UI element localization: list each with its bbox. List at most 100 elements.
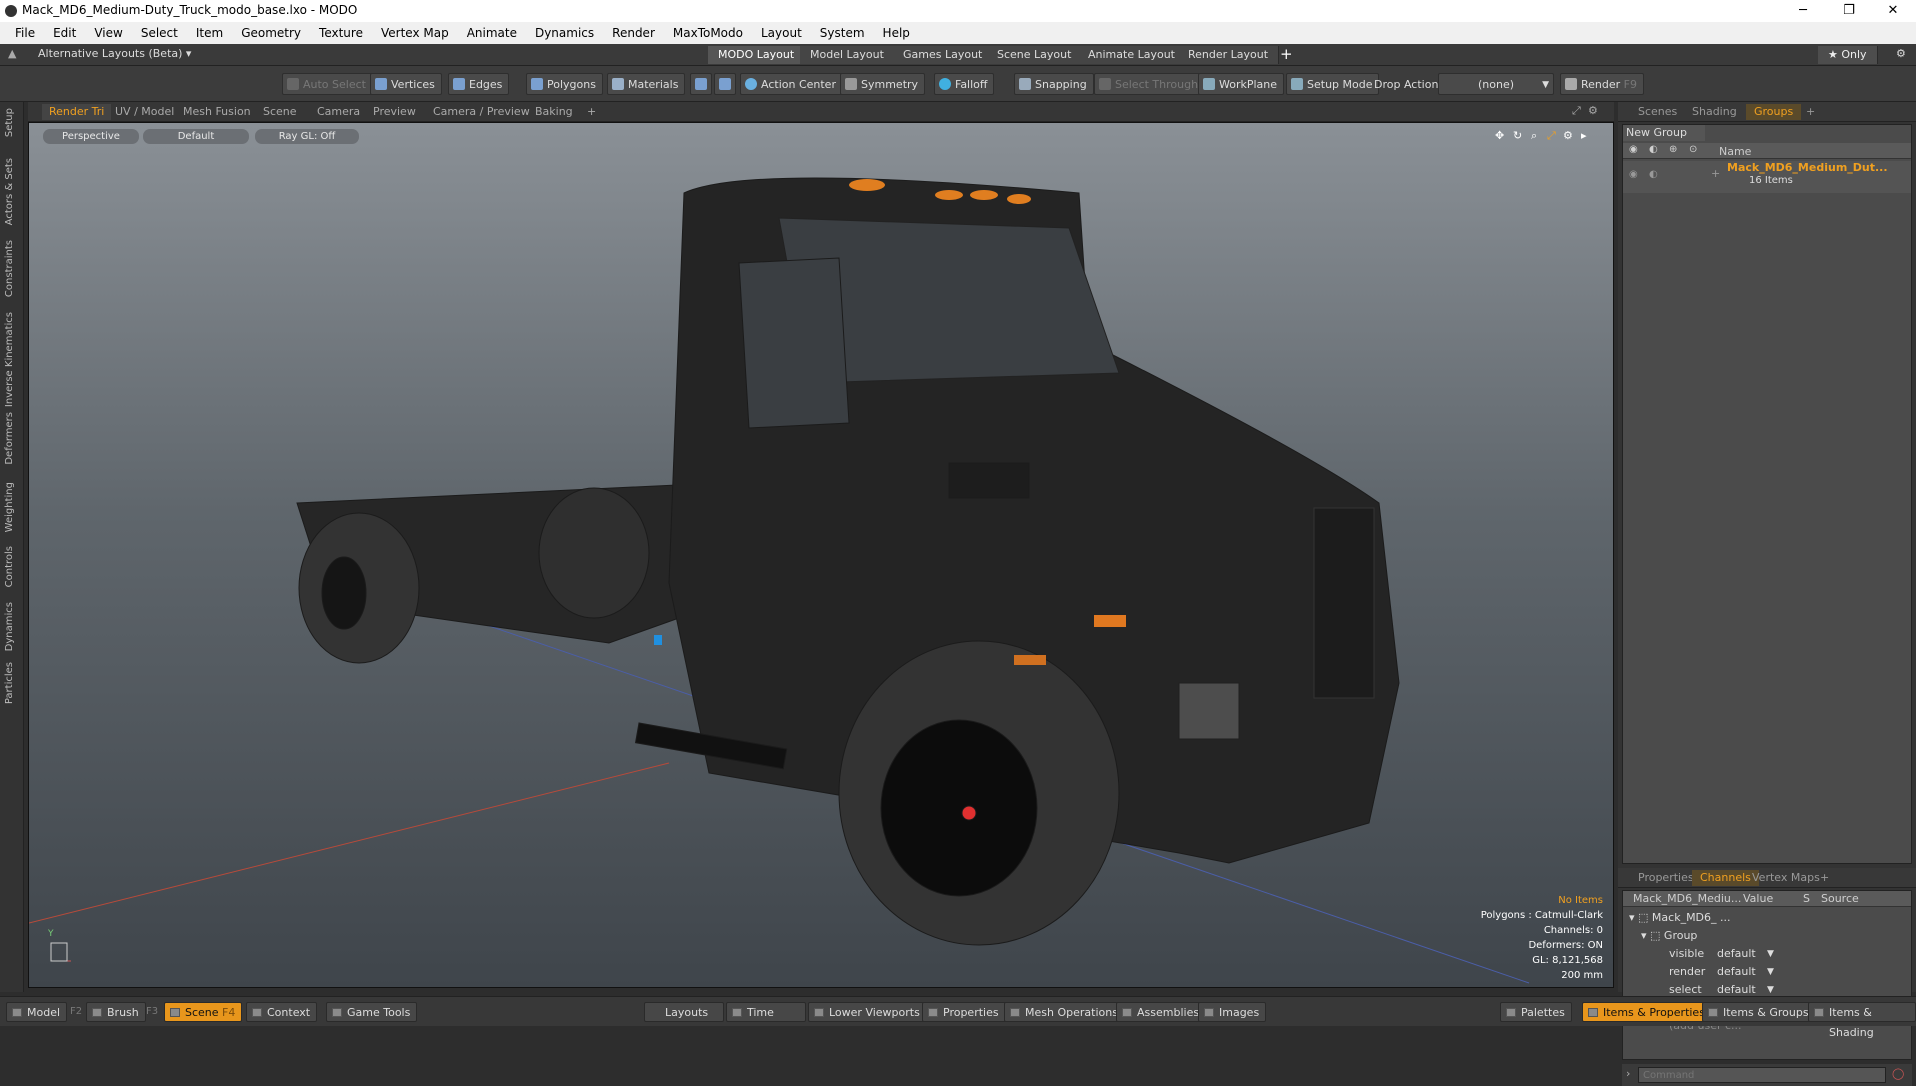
menu-select[interactable]: Select — [132, 26, 187, 40]
close-button[interactable]: ✕ — [1870, 0, 1916, 22]
channel-visible-row[interactable]: visible default ▼ — [1625, 945, 1913, 963]
menu-help[interactable]: Help — [874, 26, 919, 40]
tab-uv-model[interactable]: UV / Model — [108, 104, 181, 120]
polygons-button[interactable]: Polygons — [526, 73, 603, 95]
menu-render[interactable]: Render — [603, 26, 664, 40]
menu-system[interactable]: System — [811, 26, 874, 40]
menu-view[interactable]: View — [85, 26, 131, 40]
row-render-icon[interactable]: ◐ — [1649, 169, 1658, 180]
group-row[interactable]: ◉ ◐ + Mack_MD6_Medium_Dut... 16 Items — [1623, 161, 1911, 193]
layout-preset-dropdown[interactable]: Alternative Layouts (Beta) ▾ — [38, 47, 191, 60]
menu-dynamics[interactable]: Dynamics — [526, 26, 603, 40]
menu-layout[interactable]: Layout — [752, 26, 811, 40]
tab-scene-layout[interactable]: Scene Layout — [987, 46, 1083, 64]
properties-button[interactable]: Properties — [922, 1002, 1006, 1022]
tab-groups[interactable]: Groups — [1746, 104, 1802, 120]
game-tools-button[interactable]: Game Tools — [326, 1002, 418, 1022]
vtab-particles[interactable]: Particles — [4, 662, 15, 704]
add-layout-button[interactable]: + — [1280, 45, 1293, 63]
viewport-options-icon[interactable]: ⚙ — [1563, 129, 1573, 142]
vtab-dynamics[interactable]: Dynamics — [4, 602, 15, 651]
vtab-setup[interactable]: Setup — [4, 108, 15, 137]
tab-shading[interactable]: Shading — [1684, 104, 1745, 120]
chevron-down-icon[interactable]: ▼ — [1767, 963, 1774, 981]
brush-button[interactable]: Brush — [86, 1002, 146, 1022]
falloff-button[interactable]: Falloff — [934, 73, 995, 95]
channel-render-row[interactable]: render default ▼ — [1625, 963, 1913, 981]
chevron-right-icon[interactable]: ▸ — [1581, 129, 1587, 142]
minimize-button[interactable]: ─ — [1780, 0, 1826, 22]
items-properties-button[interactable]: Items & Properties — [1582, 1002, 1712, 1022]
materials-button[interactable]: Materials — [607, 73, 686, 95]
action-center-button[interactable]: Action Center — [740, 73, 843, 95]
restore-button[interactable]: ❐ — [1826, 0, 1872, 22]
add-scene-tab[interactable]: + — [1798, 104, 1823, 120]
row-eye-icon[interactable]: ◉ — [1629, 169, 1638, 180]
time-button[interactable]: Time — [726, 1002, 806, 1022]
layouts-button[interactable]: Layouts — [644, 1002, 724, 1022]
3d-viewport[interactable]: Perspective Default Ray GL: Off ✥ ↻ ⌕ ⤢ … — [28, 122, 1614, 988]
command-input[interactable] — [1638, 1067, 1886, 1083]
fit-icon[interactable]: ⤢ — [1547, 129, 1556, 143]
shield-alt-tool-button[interactable] — [714, 73, 736, 95]
menu-texture[interactable]: Texture — [310, 26, 372, 40]
tab-modo-layout[interactable]: MODO Layout — [708, 46, 806, 64]
collapse-icon[interactable]: ▲ — [8, 47, 16, 60]
menu-item[interactable]: Item — [187, 26, 232, 40]
viewport-maximize-icon[interactable]: ⤢ — [1572, 104, 1581, 118]
vtab-deformers[interactable]: Deformers — [4, 412, 15, 465]
rotate-icon[interactable]: ↻ — [1513, 129, 1522, 142]
tab-preview[interactable]: Preview — [366, 104, 423, 120]
new-group-button[interactable]: New Group — [1623, 125, 1705, 141]
group-name[interactable]: Mack_MD6_Medium_Dut... — [1727, 161, 1888, 174]
channel-root-row[interactable]: ▾ ⬚ Mack_MD6_ ... — [1625, 909, 1913, 927]
add-channels-tab[interactable]: + — [1812, 870, 1837, 886]
images-button[interactable]: Images — [1198, 1002, 1267, 1022]
menu-vertex-map[interactable]: Vertex Map — [372, 26, 458, 40]
workplane-button[interactable]: WorkPlane — [1198, 73, 1285, 95]
channel-group-row[interactable]: ▾ ⬚ Group — [1625, 927, 1913, 945]
tab-camera-preview[interactable]: Camera / Preview — [426, 104, 537, 120]
vtab-inverse-kinematics[interactable]: Inverse Kinematics — [4, 312, 15, 407]
vtab-controls[interactable]: Controls — [4, 546, 15, 587]
vtab-weighting[interactable]: Weighting — [4, 482, 15, 532]
raygl-toggle[interactable]: Ray GL: Off — [255, 129, 359, 144]
assemblies-button[interactable]: Assemblies — [1116, 1002, 1207, 1022]
tab-render-tri[interactable]: Render Tri — [42, 104, 112, 120]
model-button[interactable]: Model — [6, 1002, 68, 1022]
menu-edit[interactable]: Edit — [44, 26, 85, 40]
auto-select-button[interactable]: Auto Select — [282, 73, 373, 95]
menu-file[interactable]: File — [6, 26, 44, 40]
tab-render-layout[interactable]: Render Layout — [1178, 46, 1280, 64]
tab-baking[interactable]: Baking — [528, 104, 580, 120]
vertices-button[interactable]: Vertices — [370, 73, 442, 95]
menu-animate[interactable]: Animate — [458, 26, 526, 40]
items-groups-button[interactable]: Items & Groups — [1702, 1002, 1816, 1022]
vtab-actors-sets[interactable]: Actors & Sets — [4, 158, 15, 225]
select-through-button[interactable]: Select Through — [1094, 73, 1206, 95]
tab-properties[interactable]: Properties — [1630, 870, 1702, 886]
tab-model-layout[interactable]: Model Layout — [800, 46, 895, 64]
edges-button[interactable]: Edges — [448, 73, 510, 95]
tab-animate-layout[interactable]: Animate Layout — [1078, 46, 1186, 64]
only-toggle[interactable]: ★ Only — [1818, 46, 1878, 64]
setup-mode-button[interactable]: Setup Mode — [1286, 73, 1380, 95]
palettes-button[interactable]: Palettes — [1500, 1002, 1572, 1022]
pan-icon[interactable]: ✥ — [1495, 129, 1504, 142]
shield-tool-button[interactable] — [690, 73, 712, 95]
viewport-gear-icon[interactable]: ⚙ — [1588, 104, 1598, 117]
tab-scene[interactable]: Scene — [256, 104, 304, 120]
lower-viewports-button[interactable]: Lower Viewports — [808, 1002, 927, 1022]
expand-icon[interactable]: + — [1711, 167, 1720, 180]
perspective-dropdown[interactable]: Perspective — [43, 129, 139, 144]
add-viewport-tab[interactable]: + — [580, 104, 603, 120]
items-shading-button[interactable]: Items & Shading — [1808, 1002, 1916, 1039]
snapping-button[interactable]: Snapping — [1014, 73, 1094, 95]
shading-style-dropdown[interactable]: Default — [143, 129, 249, 144]
mesh-operations-button[interactable]: Mesh Operations — [1004, 1002, 1125, 1022]
zoom-icon[interactable]: ⌕ — [1531, 129, 1537, 143]
scene-button[interactable]: Scene F4 — [164, 1002, 243, 1022]
vtab-constraints[interactable]: Constraints — [4, 240, 15, 297]
drop-action-select[interactable]: (none) ▼ — [1438, 73, 1554, 95]
tab-scenes[interactable]: Scenes — [1630, 104, 1685, 120]
